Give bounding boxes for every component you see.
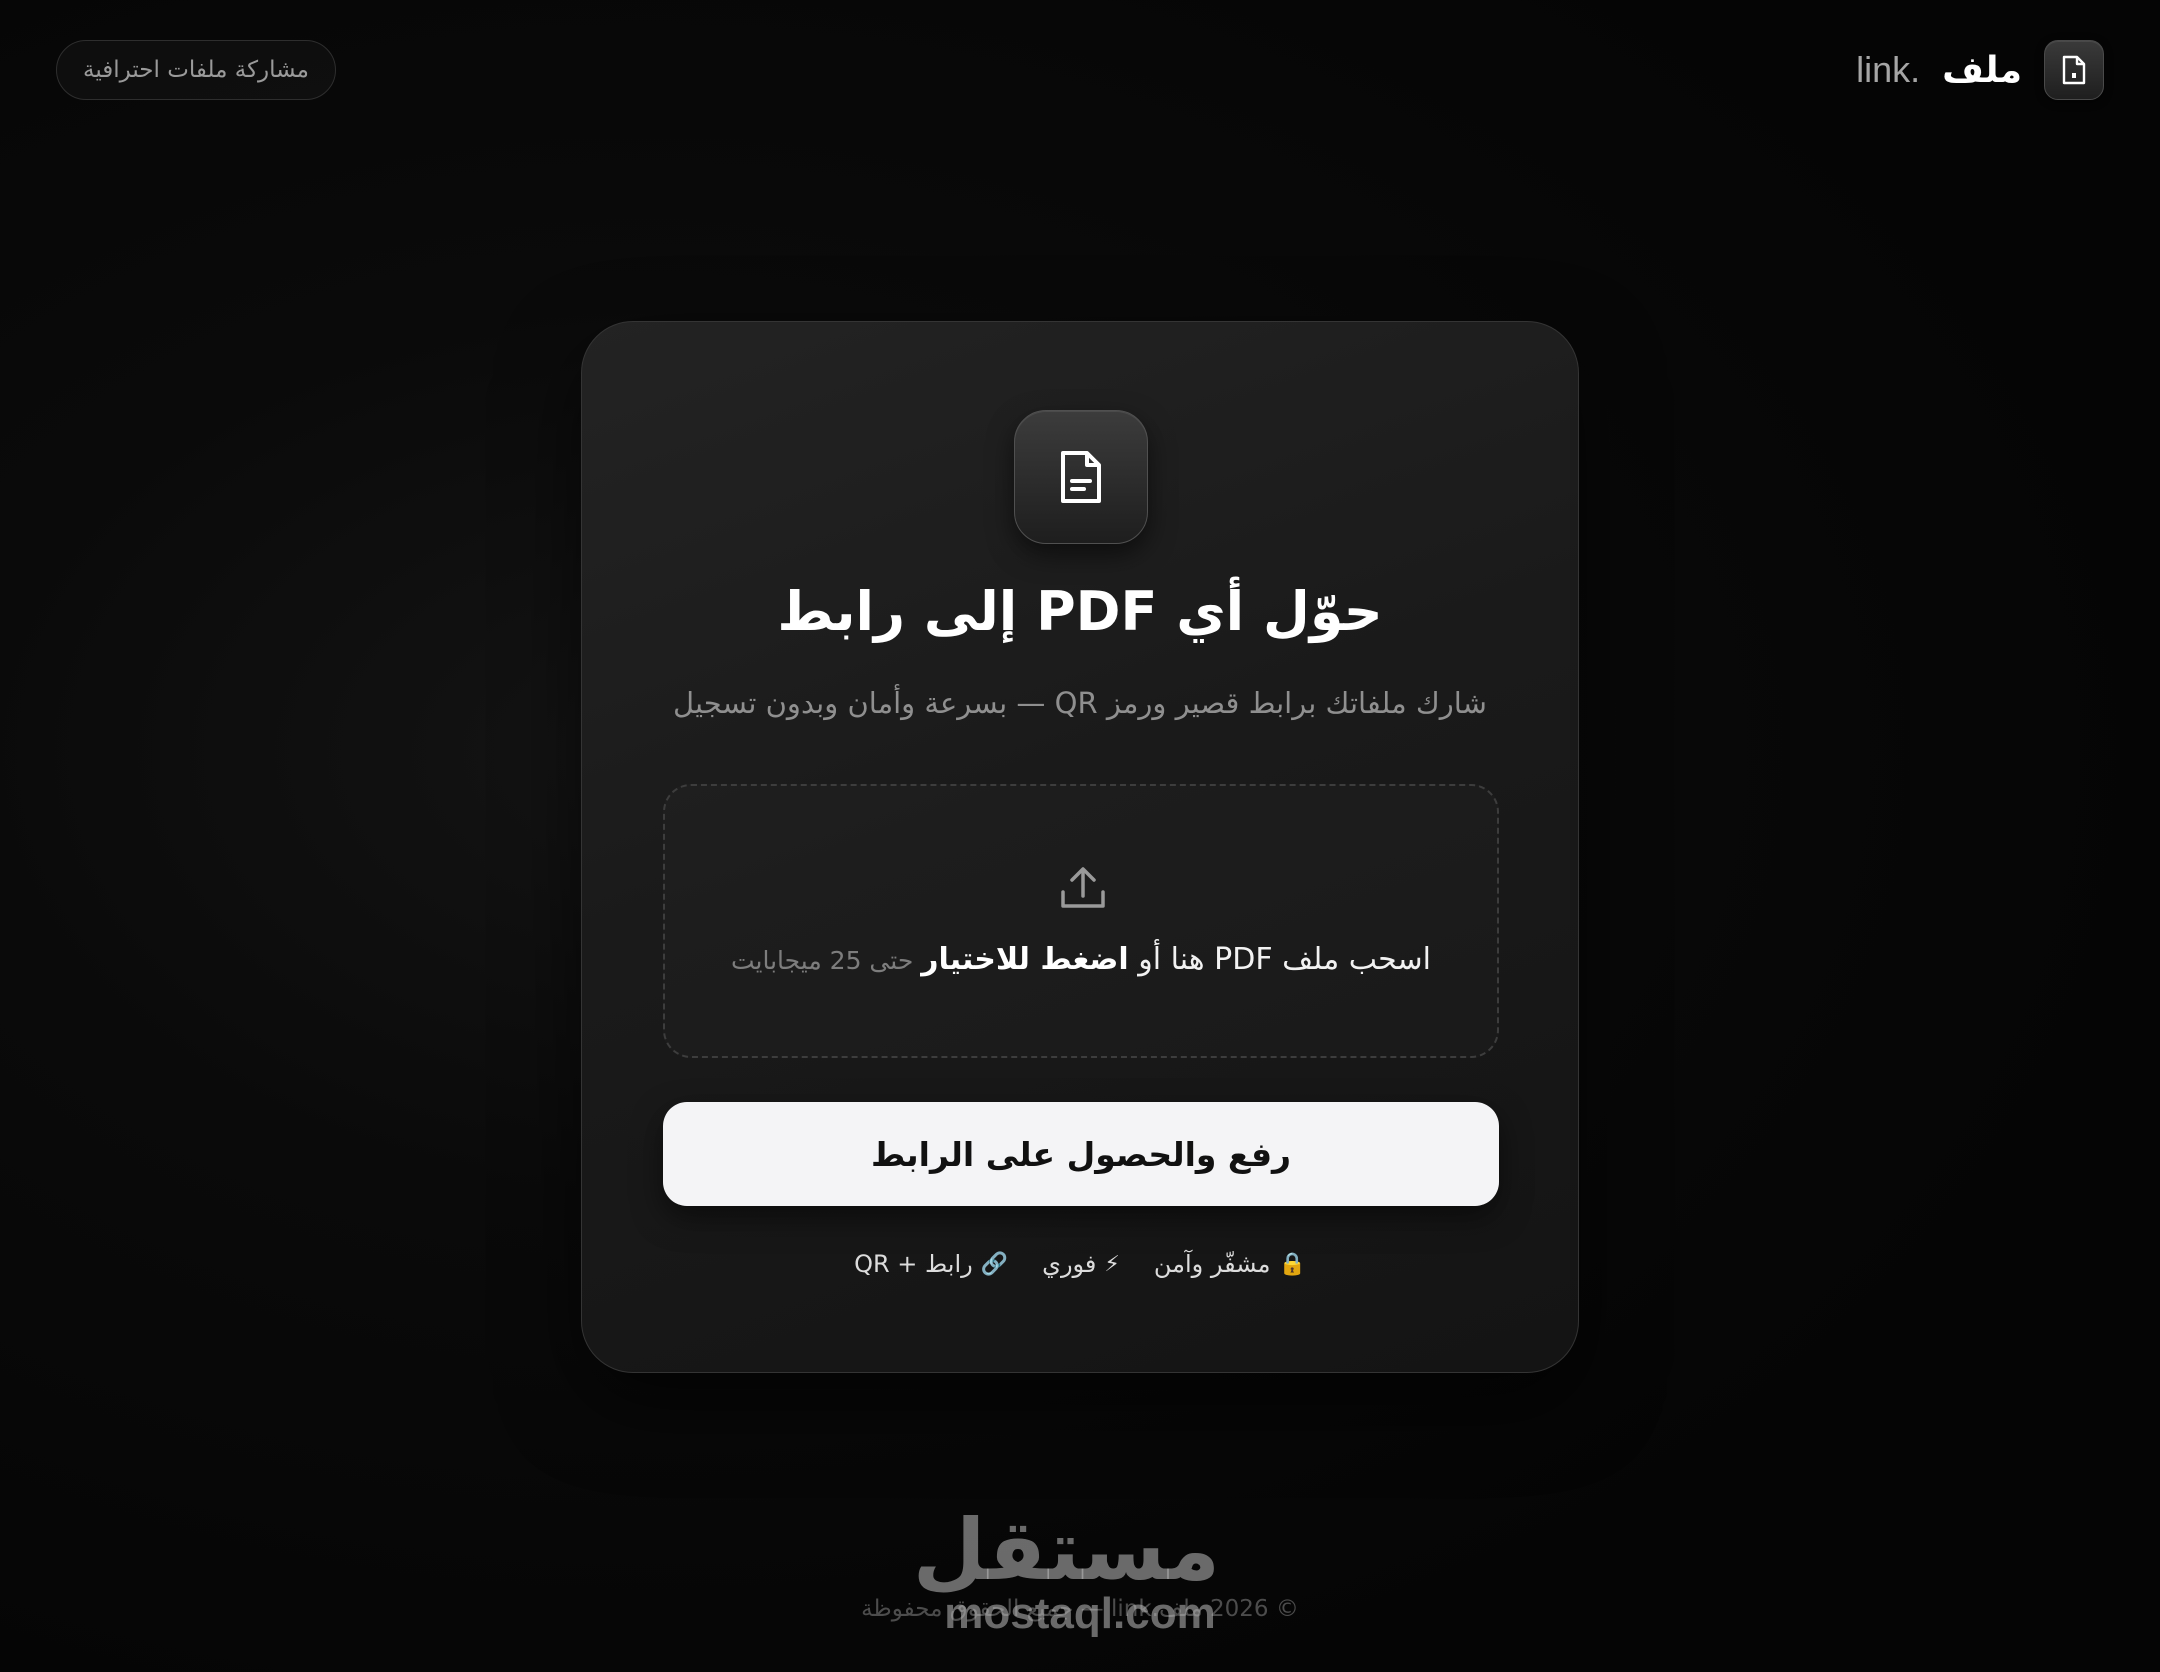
file-icon <box>2044 40 2104 100</box>
watermark-arabic: مستقل <box>912 1501 1220 1599</box>
page-subtitle: شارك ملفاتك برابط قصير ورمز QR — بسرعة و… <box>673 686 1487 720</box>
file-dropzone[interactable]: اسحب ملف PDF هنا أو اضغط للاختيار حتى 25… <box>663 784 1499 1058</box>
page-title: حوّل أي PDF إلى رابط <box>777 580 1383 643</box>
pro-badge: مشاركة ملفات احترافية <box>56 40 336 100</box>
upload-card: حوّل أي PDF إلى رابط شارك ملفاتك برابط ق… <box>581 321 1579 1373</box>
browse-link[interactable]: اضغط للاختيار <box>921 942 1128 977</box>
feature-label: مشفّر وآمن <box>1153 1250 1271 1278</box>
dropzone-text: اسحب ملف PDF هنا أو اضغط للاختيار حتى 25… <box>665 942 1497 977</box>
link-icon: 🔗 <box>980 1251 1009 1277</box>
size-limit: حتى 25 ميجابايت <box>730 946 922 975</box>
brand-suffix: link. <box>1856 49 1921 90</box>
upload-button[interactable]: رفع والحصول على الرابط <box>663 1102 1499 1206</box>
feature-link-qr: 🔗 رابط + QR <box>854 1250 1008 1278</box>
footer-copyright: © 2026 ملف.link — جميع الحقوق محفوظة <box>861 1596 1299 1622</box>
feature-instant: ⚡ فوري <box>1042 1250 1120 1278</box>
feature-secure: 🔒 مشفّر وآمن <box>1154 1250 1306 1278</box>
lightning-icon: ⚡ <box>1104 1251 1120 1277</box>
feature-label: رابط + QR <box>854 1250 973 1278</box>
feature-label: فوري <box>1042 1250 1097 1278</box>
upload-icon <box>1061 867 1105 908</box>
feature-list: 🔒 مشفّر وآمن ⚡ فوري 🔗 رابط + QR <box>582 1250 1578 1278</box>
lock-icon: 🔒 <box>1278 1251 1306 1277</box>
brand-name: ملف <box>1942 49 2022 91</box>
brand-logo[interactable]: ملف link. <box>1856 40 2104 100</box>
dropzone-instruction: اسحب ملف PDF هنا أو <box>1128 942 1432 977</box>
file-text-icon <box>1014 410 1148 544</box>
